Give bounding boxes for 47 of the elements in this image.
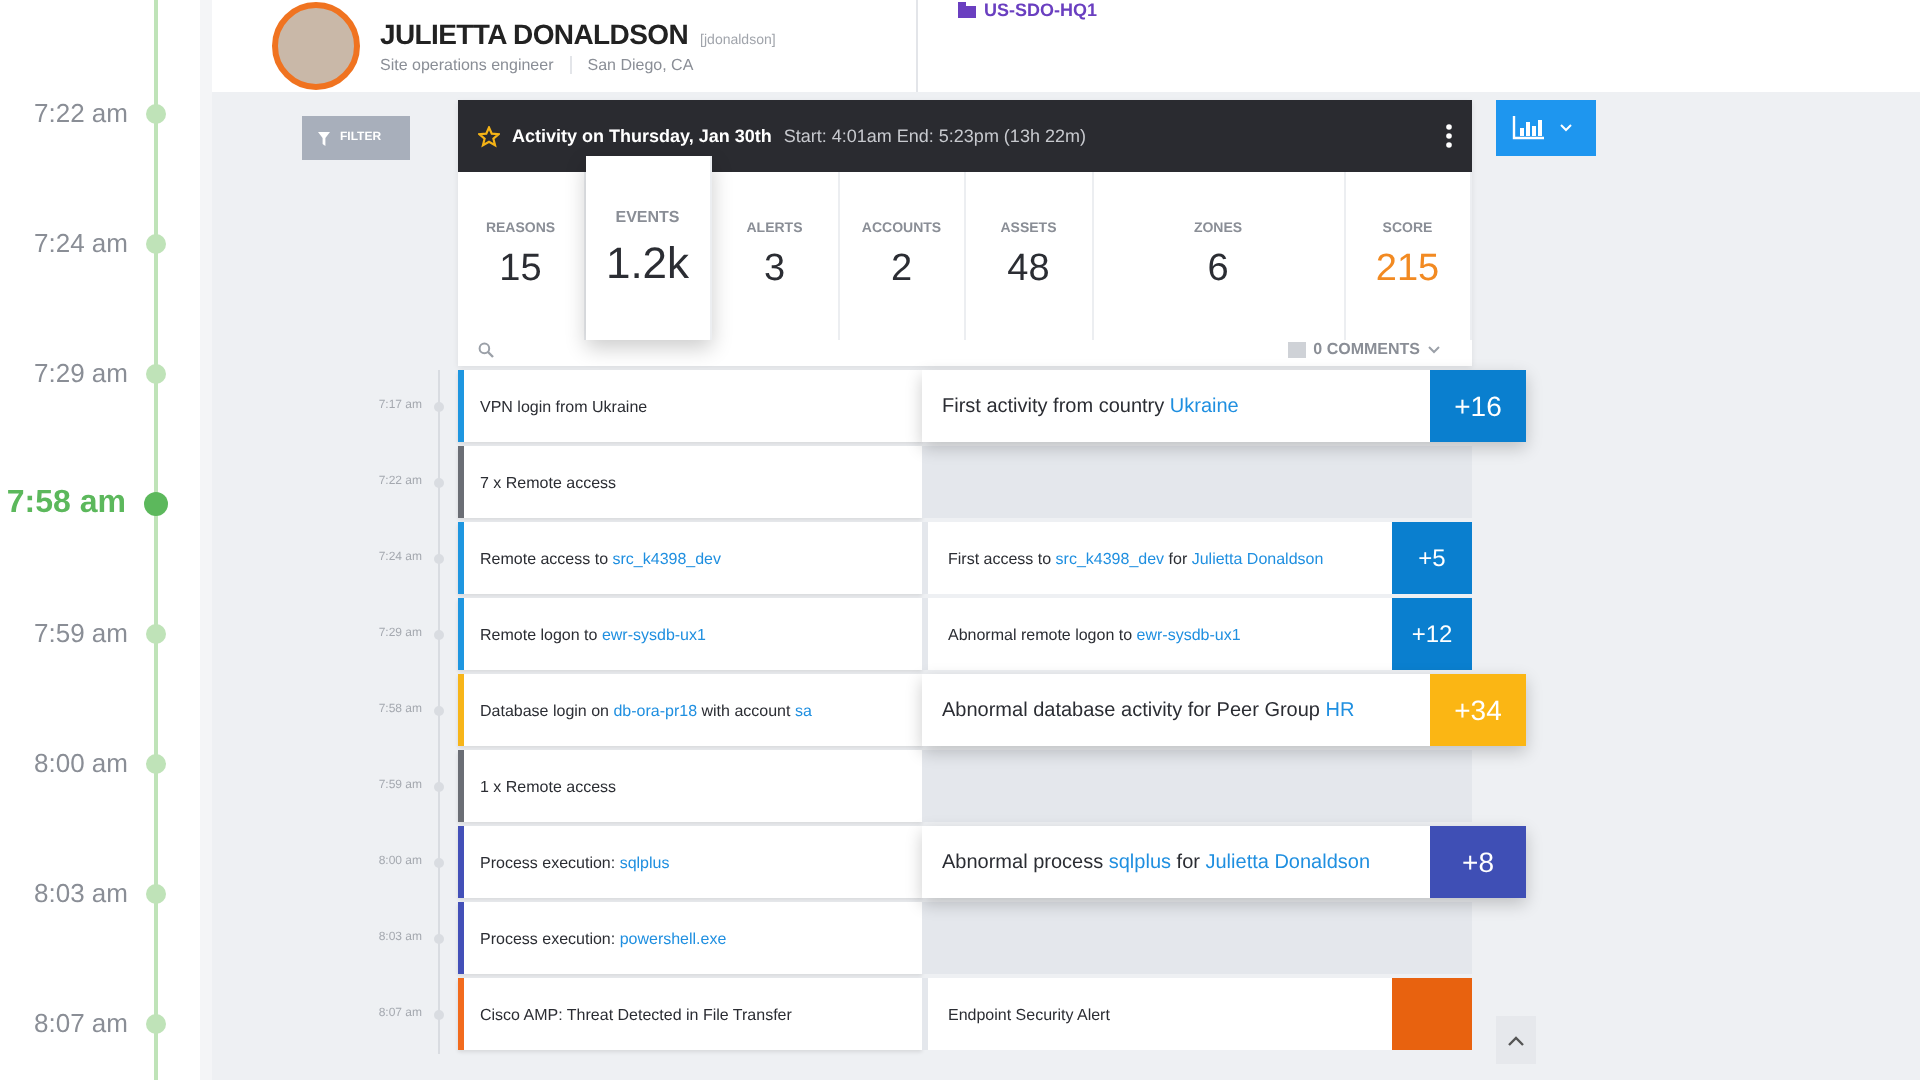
event-card[interactable]: 1 x Remote access (458, 750, 922, 822)
score-badge: +8 (1430, 826, 1526, 898)
activity-title: Activity on Thursday, Jan 30th (512, 126, 772, 146)
caret-icon (1560, 124, 1572, 132)
more-options-icon[interactable] (1446, 124, 1452, 148)
reason-card[interactable]: Abnormal database activity for Peer Group HR +34 (922, 674, 1526, 746)
score-badge: +34 (1430, 674, 1526, 746)
avatar-placeholder (272, 2, 360, 90)
timeline-dot (146, 623, 166, 643)
reason-card[interactable]: First access to src_k4398_dev for Julietta Donaldson +5 (928, 522, 1472, 594)
event-card[interactable]: Process execution: sqlplus (458, 826, 922, 898)
search-icon[interactable] (478, 341, 494, 357)
event-card[interactable]: Process execution: powershell.exe (458, 902, 922, 974)
chevron-down-icon (1428, 345, 1440, 353)
chevron-up-icon (1508, 1035, 1524, 1045)
score-badge: +16 (1430, 370, 1526, 442)
timeline-dot (146, 103, 166, 123)
timeline-dot (146, 753, 166, 773)
chart-button[interactable] (1496, 100, 1596, 156)
timeline-dot (144, 491, 168, 515)
scroll-up-button[interactable] (1496, 1016, 1536, 1064)
bar-chart-icon (1512, 116, 1544, 140)
timeline-dot (146, 883, 166, 903)
event-card[interactable]: Cisco AMP: Threat Detected in File Transfer (458, 978, 922, 1050)
timeline-dot (146, 363, 166, 383)
event-card[interactable]: Remote logon to ewr-sysdb-ux1 (458, 598, 922, 670)
timeline-dot (146, 233, 166, 253)
event-card[interactable]: Remote access to src_k4398_dev (458, 522, 922, 594)
event-card[interactable]: 7 x Remote access (458, 446, 922, 518)
job-title: Site operations engineer (380, 56, 554, 74)
location: San Diego, CA (569, 56, 694, 74)
reason-card[interactable]: First activity from country Ukraine +16 (922, 370, 1526, 442)
activity-time-range: Start: 4:01am End: 5:23pm (13h 22m) (783, 126, 1088, 146)
user-name: JULIETTA DONALDSON (380, 18, 689, 50)
reason-card[interactable]: Abnormal remote logon to ewr-sysdb-ux1 +12 (928, 598, 1472, 670)
comment-icon (1287, 341, 1306, 357)
reason-card[interactable]: Abnormal process sqlplus for Julietta Donaldson +8 (922, 826, 1526, 898)
score-badge: +5 (1392, 522, 1472, 594)
stat-tile[interactable]: EVENTS 1.2k (585, 156, 712, 340)
site-link[interactable]: US-SDO-HQ1 (984, 0, 1098, 20)
timeline-dot (146, 1013, 166, 1033)
event-card[interactable]: Database login on db-ora-pr18 with account sa (458, 674, 922, 746)
reason-card[interactable]: Endpoint Security Alert (928, 978, 1472, 1050)
filter-icon (318, 131, 330, 145)
event-card[interactable]: VPN login from Ukraine (458, 370, 922, 442)
star-icon[interactable] (478, 125, 500, 147)
score-badge: +12 (1392, 598, 1472, 670)
